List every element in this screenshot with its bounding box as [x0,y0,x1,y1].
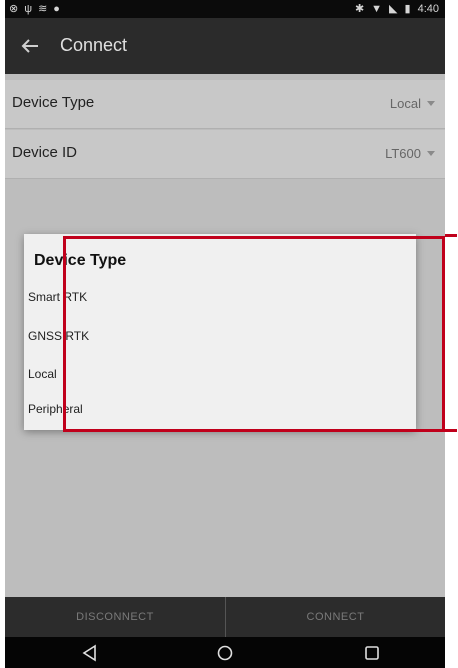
highlight-tick-bottom [445,429,457,432]
wifi-signal-icon: ▼ [371,3,383,15]
toolbar: Connect [5,18,445,74]
connect-button[interactable]: CONNECT [226,597,445,637]
back-arrow-icon[interactable] [19,35,41,57]
device-type-dialog: Device Type Smart RTK GNSS RTK Local Per… [24,234,416,430]
wifi-icon: ≋ [38,3,48,15]
status-bar: ⊗ ψ ≋ ● ✱ ▼ ◣ ▮ 4:40 [5,0,445,18]
back-nav-icon[interactable] [80,643,100,663]
device-type-row[interactable]: Device Type Local [5,80,445,129]
alarm-icon: ⊗ [9,3,19,15]
bottom-action-bar: DISCONNECT CONNECT [5,597,445,637]
recents-nav-icon[interactable] [362,643,382,663]
navigation-bar [5,637,445,668]
home-nav-icon[interactable] [215,643,235,663]
option-peripheral[interactable]: Peripheral [28,402,83,416]
device-id-label: Device ID [12,144,78,161]
dialog-title: Device Type [34,252,127,269]
dropdown-caret-icon[interactable] [427,101,435,106]
option-gnss-rtk[interactable]: GNSS RTK [28,329,89,343]
device-type-value[interactable]: Local [390,96,421,111]
battery-icon: ▮ [404,3,411,15]
status-time: 4:40 [417,3,439,15]
highlight-tick-top [445,234,457,237]
disconnect-button[interactable]: DISCONNECT [5,597,225,637]
option-smart-rtk[interactable]: Smart RTK [28,290,87,304]
page-title: Connect [60,35,128,55]
device-id-row[interactable]: Device ID LT600 [5,130,445,179]
device-id-value[interactable]: LT600 [385,146,421,161]
option-local[interactable]: Local [28,367,57,381]
cell-signal-icon: ◣ [389,3,398,15]
location-icon: ● [53,3,60,15]
usb-icon: ψ [24,3,33,15]
device-type-label: Device Type [12,94,95,111]
bluetooth-icon: ✱ [354,3,365,15]
dropdown-caret-icon[interactable] [427,151,435,156]
